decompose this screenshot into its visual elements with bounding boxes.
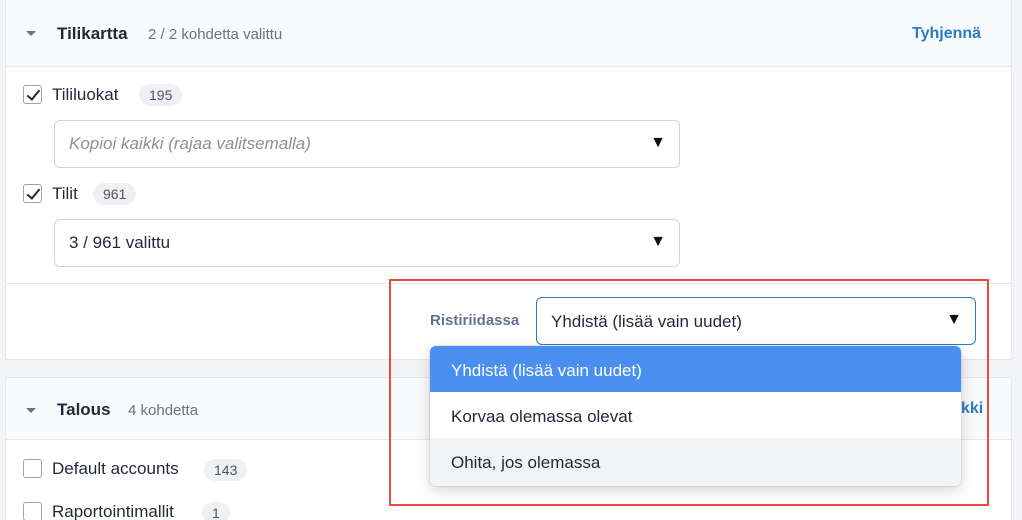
divider (6, 283, 1011, 284)
checkbox-reporting-templates[interactable] (23, 502, 42, 520)
row-label-tililuokat: Tililuokat (52, 85, 119, 104)
conflict-options-menu: Yhdistä (lisää vain uudet) Korvaa olemas… (430, 346, 961, 486)
select-placeholder: Kopioi kaikki (rajaa valitsemalla) (69, 134, 311, 153)
row-label-tilit: Tilit (52, 184, 78, 203)
count-badge: 961 (93, 183, 137, 205)
count-badge: 143 (204, 459, 248, 481)
dropdown-arrow-icon: ▼ (650, 233, 666, 250)
count-badge: 1 (202, 502, 230, 520)
dropdown-arrow-icon: ▼ (946, 311, 962, 328)
clear-link[interactable]: Tyhjennä (912, 25, 981, 43)
panel-title: Talous (57, 400, 111, 419)
select-value: Yhdistä (lisää vain uudet) (551, 312, 742, 331)
dropdown-arrow-icon: ▼ (650, 134, 666, 151)
option-merge[interactable]: Yhdistä (lisää vain uudet) (430, 346, 961, 392)
checkbox-default-accounts[interactable] (23, 459, 42, 478)
page: Tilikartta 2 / 2 kohdetta valittu Tyhjen… (0, 0, 1022, 520)
select-value: 3 / 961 valittu (69, 233, 171, 252)
panel-subtitle: 2 / 2 kohdetta valittu (148, 26, 283, 43)
collapse-caret-icon[interactable] (26, 408, 36, 413)
checkbox-tilit[interactable] (23, 184, 42, 203)
option-label: Korvaa olemassa olevat (451, 407, 633, 426)
select-all-link[interactable]: kki (961, 400, 983, 418)
conflict-mode-select[interactable]: Yhdistä (lisää vain uudet) ▼ (536, 297, 976, 345)
panel-title: Tilikartta (57, 24, 128, 43)
panel-subtitle: 4 kohdetta (128, 402, 199, 419)
checkbox-tililuokat[interactable] (23, 85, 42, 104)
conflict-label: Ristiriidassa (430, 312, 520, 329)
row-label-reporting-templates: Raportointimallit (52, 502, 174, 520)
option-replace[interactable]: Korvaa olemassa olevat (430, 392, 961, 438)
option-label: Yhdistä (lisää vain uudet) (451, 361, 642, 380)
row-label-default-accounts: Default accounts (52, 459, 179, 478)
option-label: Ohita, jos olemassa (451, 453, 601, 472)
tililuokat-select[interactable]: Kopioi kaikki (rajaa valitsemalla) ▼ (54, 120, 680, 168)
panel-header[interactable]: Tilikartta 2 / 2 kohdetta valittu Tyhjen… (6, 0, 1011, 67)
count-badge: 195 (139, 84, 183, 106)
tilit-select[interactable]: 3 / 961 valittu ▼ (54, 219, 680, 267)
collapse-caret-icon[interactable] (26, 31, 36, 36)
option-skip[interactable]: Ohita, jos olemassa (430, 438, 961, 486)
